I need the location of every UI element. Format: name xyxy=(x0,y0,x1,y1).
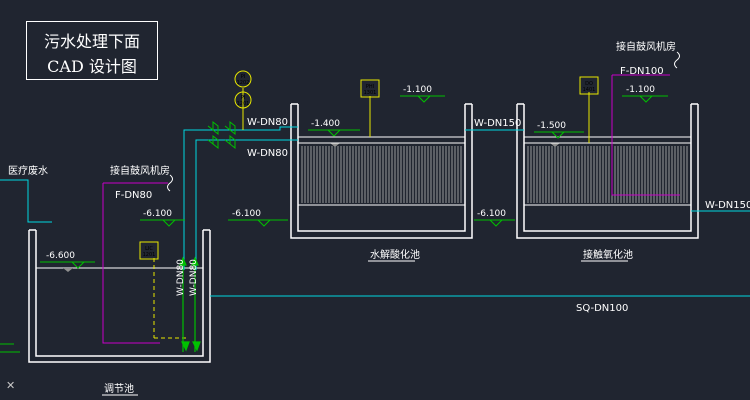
exhaust-1-pipe-label: F-DN80 xyxy=(115,190,152,201)
level-tank2-top: -1.100 xyxy=(626,85,655,95)
break-mark-2 xyxy=(674,51,680,69)
left-markers xyxy=(0,343,20,353)
level-tank1-water-tri xyxy=(327,129,341,137)
pipe-w150-mid-label: W-DN150 xyxy=(474,118,521,129)
pipe-sq100-label: SQ-DN100 xyxy=(576,303,628,314)
pi-top-number: 1202 xyxy=(237,80,250,86)
tank2-water-marker xyxy=(550,143,560,147)
tank1-water-marker xyxy=(330,143,340,147)
lic-number: 1201 xyxy=(143,252,156,258)
do-number: 1401 xyxy=(583,87,596,93)
level-tank1-top: -1.100 xyxy=(403,85,432,95)
level-markers xyxy=(40,95,668,269)
cad-drawing: ✕ PI 1202 PI 1201 PHI 1301 DO 1401 LIC 1… xyxy=(0,40,750,396)
pipe-w80-lower xyxy=(195,139,298,270)
exhaust-2-pipe-label: F-DN100 xyxy=(620,66,664,77)
level-ground-mid-tri xyxy=(489,219,503,227)
pipe-w80-bottom-label: W-DN80 xyxy=(247,148,288,159)
tank2-name: 接触氧化池 xyxy=(583,248,633,261)
tank1-media-hatch xyxy=(301,146,462,203)
valve-w80-lower-2 xyxy=(224,134,236,150)
level-ground-mid: -6.100 xyxy=(477,209,506,219)
exhaust-2-label: 接自鼓风机房 xyxy=(616,40,676,53)
regulation-name: 调节池 xyxy=(104,382,134,395)
valve-w80-upper-2 xyxy=(224,120,236,136)
air-pipe-regulation xyxy=(102,183,160,344)
valves xyxy=(207,120,236,150)
pipe-vert-1-label: W-DN80 xyxy=(176,259,186,296)
water-pipes xyxy=(0,126,750,297)
pump-2-body xyxy=(192,341,201,352)
level-ground-left: -6.100 xyxy=(232,209,261,219)
valve-w80-lower-1 xyxy=(207,134,219,150)
valve-w80-upper-1 xyxy=(207,120,219,136)
pi-bottom-number: 1201 xyxy=(237,101,250,107)
hatch-layer xyxy=(301,146,688,203)
level-ground-left-tri xyxy=(257,219,271,227)
phi-number: 1301 xyxy=(364,90,377,96)
pipe-w150-right-label: W-DN150 xyxy=(705,200,750,211)
level-tank2-top-tri xyxy=(639,95,653,103)
level-reg-top-tri xyxy=(162,219,176,227)
exhaust-1-label: 接自鼓风机房 xyxy=(110,164,170,177)
level-reg-water: -6.600 xyxy=(46,251,75,261)
level-tank2-water: -1.500 xyxy=(537,121,566,131)
break-mark-1 xyxy=(167,174,173,192)
pipe-inlet xyxy=(0,179,52,223)
tank1-name: 水解酸化池 xyxy=(370,248,420,261)
pipe-w80-top-label: W-DN80 xyxy=(247,117,288,128)
level-reg-top: -6.100 xyxy=(143,209,172,219)
inlet-label: 医疗废水 xyxy=(8,164,48,177)
axis-x-mark: ✕ xyxy=(6,379,15,392)
regulation-water-marker xyxy=(63,268,73,272)
level-reg-water-tri xyxy=(71,261,85,269)
level-tank1-top-tri xyxy=(417,95,431,103)
tank2-media-hatch xyxy=(527,146,688,203)
pipe-vert-2-label: W-DN80 xyxy=(189,259,199,296)
level-tank1-water: -1.400 xyxy=(311,119,340,129)
